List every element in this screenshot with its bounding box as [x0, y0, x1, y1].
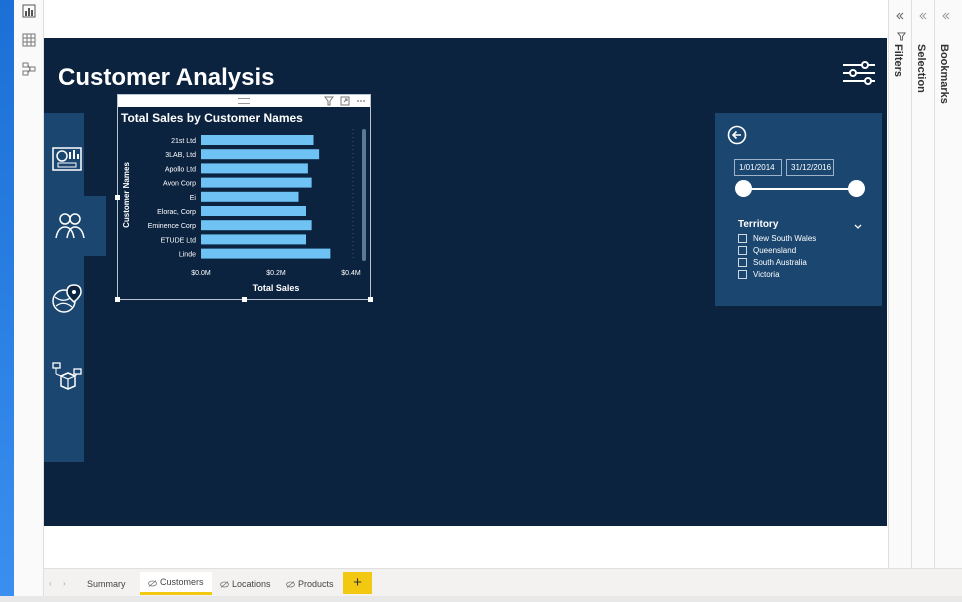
- x-axis-label: Total Sales: [253, 283, 300, 293]
- tab-locations[interactable]: Locations: [212, 572, 279, 595]
- category-label: Apollo Ltd: [165, 166, 196, 173]
- dashboard-icon[interactable]: [50, 142, 84, 176]
- checkbox[interactable]: [738, 234, 747, 243]
- bar: [201, 220, 312, 231]
- x-tick-label: $0.0M: [191, 270, 211, 277]
- tab-products[interactable]: Products: [278, 572, 342, 595]
- products-icon[interactable]: [50, 360, 84, 394]
- more-options-icon[interactable]: [356, 96, 366, 106]
- customers-icon[interactable]: [53, 208, 87, 242]
- tab-label: Customers: [160, 577, 204, 587]
- selection-pane[interactable]: Selection: [911, 0, 934, 570]
- checkbox[interactable]: [738, 270, 747, 279]
- hidden-page-icon: [220, 580, 229, 588]
- funnel-icon: [897, 28, 906, 41]
- chart-scrollbar: [362, 129, 366, 261]
- tab-label: Products: [298, 578, 334, 589]
- filter-panel: 1/01/2014 31/12/2016 Territory New South…: [715, 113, 882, 306]
- tab-summary[interactable]: Summary: [79, 572, 134, 595]
- desktop-edge: [0, 0, 14, 602]
- collapse-chevron-icon[interactable]: [941, 8, 951, 20]
- filter-settings-icon[interactable]: [841, 60, 877, 88]
- filters-pane-label: Filters: [892, 44, 904, 78]
- report-view-icon[interactable]: [22, 4, 36, 18]
- date-slider-track[interactable]: [743, 188, 855, 190]
- page-title: Customer Analysis: [58, 64, 275, 91]
- filters-pane[interactable]: Filters: [888, 0, 911, 570]
- selection-pane-label: Selection: [915, 44, 927, 93]
- category-label: Linde: [179, 252, 196, 259]
- back-arrow-icon[interactable]: [727, 125, 747, 145]
- category-label: ETUDE Ltd: [161, 237, 197, 244]
- bookmarks-pane-label: Bookmarks: [938, 44, 950, 104]
- hidden-page-icon: [286, 580, 295, 588]
- x-tick-label: $0.2M: [266, 270, 286, 277]
- bar: [201, 206, 306, 216]
- visual-title: Total Sales by Customer Names: [121, 111, 303, 125]
- checkbox[interactable]: [738, 258, 747, 267]
- category-label: 3LAB, Ltd: [165, 152, 196, 159]
- date-slider-start-thumb[interactable]: [735, 180, 752, 197]
- territory-option-label: New South Wales: [753, 234, 817, 243]
- bar: [201, 149, 320, 160]
- hidden-page-icon: [148, 579, 157, 587]
- bar-chart: 21st Ltd 3LAB, Ltd Apollo Ltd Avon Corp Ei El…: [122, 129, 366, 293]
- territory-option-label: Queensland: [753, 246, 797, 255]
- category-label: Eminence Corp: [148, 223, 196, 230]
- resize-handle-bottom-left[interactable]: [115, 297, 120, 302]
- resize-handle-bottom-right[interactable]: [368, 297, 373, 302]
- bar: [201, 163, 308, 174]
- category-label: Ei: [190, 195, 197, 202]
- territory-option-label: Victoria: [753, 270, 780, 279]
- category-label: 21st Ltd: [171, 138, 196, 145]
- focus-mode-icon[interactable]: [340, 96, 350, 106]
- tab-prev-icon[interactable]: ‹: [49, 579, 52, 588]
- add-page-button[interactable]: +: [343, 572, 372, 594]
- tab-next-icon[interactable]: ›: [63, 579, 66, 588]
- app-root: Customer Analysis Total Sales by Custome…: [0, 0, 962, 602]
- end-date-input[interactable]: 31/12/2016: [786, 159, 834, 176]
- tab-label: Locations: [232, 578, 271, 589]
- locations-icon[interactable]: [50, 282, 84, 316]
- view-switcher-rail: [14, 0, 44, 602]
- model-view-icon[interactable]: [22, 62, 36, 76]
- bar: [201, 234, 306, 245]
- data-view-icon[interactable]: [22, 33, 36, 47]
- category-label: Elorac, Corp: [157, 209, 196, 216]
- territory-option-label: South Australia: [753, 258, 807, 267]
- start-date-input[interactable]: 1/01/2014: [734, 159, 782, 176]
- report-page: Customer Analysis Total Sales by Custome…: [44, 38, 887, 526]
- page-tab-bar: ‹ › Summary Customers Locations Products…: [44, 568, 962, 596]
- collapse-chevron-icon[interactable]: [918, 8, 928, 20]
- checkbox[interactable]: [738, 246, 747, 255]
- bar-chart-visual[interactable]: Total Sales by Customer Names 21st Ltd 3L…: [115, 94, 373, 302]
- territory-option[interactable]: Victoria: [738, 270, 780, 279]
- drag-handle[interactable]: [238, 98, 250, 104]
- bar: [201, 191, 299, 202]
- territory-option[interactable]: New South Wales: [738, 234, 816, 243]
- bar: [201, 177, 312, 188]
- territory-slicer-title: Territory: [738, 219, 779, 230]
- date-slider-end-thumb[interactable]: [848, 180, 865, 197]
- collapse-chevron-icon[interactable]: [895, 8, 905, 20]
- bookmarks-pane[interactable]: Bookmarks: [934, 0, 962, 570]
- bar: [201, 248, 331, 259]
- chevron-down-icon[interactable]: [853, 219, 863, 229]
- tab-label: Summary: [87, 578, 126, 589]
- resize-handle-bottom[interactable]: [242, 297, 247, 302]
- tab-customers[interactable]: Customers: [140, 572, 212, 595]
- bar: [201, 135, 314, 145]
- resize-handle-left[interactable]: [115, 195, 120, 200]
- x-tick-label: $0.4M: [341, 270, 361, 277]
- territory-option[interactable]: Queensland: [738, 246, 796, 255]
- status-strip: [0, 596, 962, 602]
- category-label: Avon Corp: [163, 181, 196, 188]
- territory-option[interactable]: South Australia: [738, 258, 807, 267]
- y-axis-label: Customer Names: [122, 162, 131, 228]
- visual-header: [118, 95, 370, 107]
- filter-icon[interactable]: [324, 96, 334, 106]
